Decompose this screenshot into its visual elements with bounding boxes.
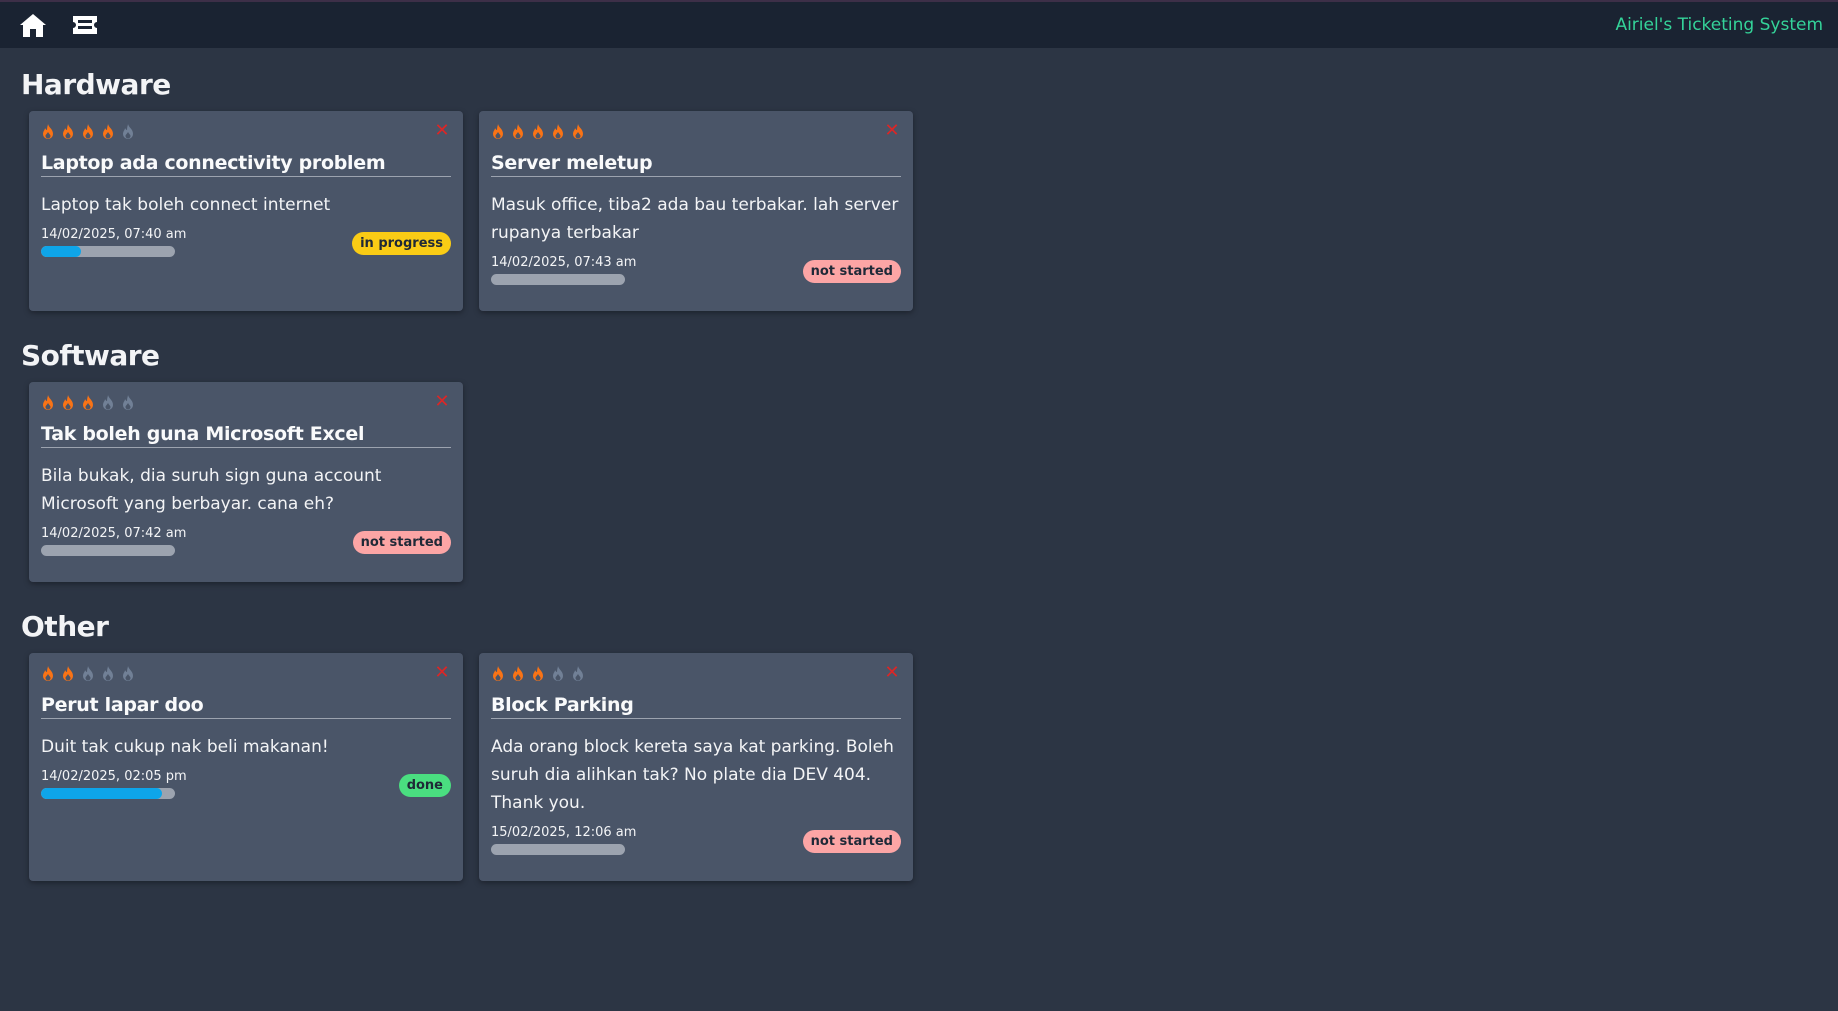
section-title: Other <box>21 610 109 643</box>
ticket-icon[interactable] <box>70 10 100 40</box>
fire-icon <box>81 395 97 411</box>
fire-icon <box>101 395 117 411</box>
fire-icon <box>511 124 527 140</box>
status-badge: not started <box>802 260 901 283</box>
ticket-timing: 14/02/2025, 07:43 am <box>491 255 636 285</box>
ticket-description: Masuk office, tiba2 ada bau terbakar. la… <box>491 195 899 243</box>
priority-rating <box>491 124 901 140</box>
fire-icon <box>61 666 77 682</box>
ticket-card[interactable]: ✕ Block Parking Ada orang block kereta say… <box>479 653 913 881</box>
fire-icon <box>41 666 57 682</box>
fire-icon <box>41 124 57 140</box>
progress-bar <box>491 274 625 285</box>
app-title[interactable]: Airiel's Ticketing System <box>1615 15 1823 35</box>
priority-rating <box>41 124 451 140</box>
fire-icon <box>491 666 507 682</box>
ticket-meta: 14/02/2025, 02:05 pm done <box>41 769 451 799</box>
ticket-description: Duit tak cukup nak beli makanan! <box>41 737 329 757</box>
priority-rating <box>41 395 451 411</box>
fire-icon <box>121 666 137 682</box>
close-icon[interactable]: ✕ <box>433 393 451 411</box>
fire-icon <box>101 124 117 140</box>
status-badge: done <box>398 774 451 797</box>
ticket-grid: ✕ Perut lapar doo Duit tak cukup nak beli … <box>29 653 1818 881</box>
fire-icon <box>531 124 547 140</box>
ticket-timing: 14/02/2025, 07:40 am <box>41 227 186 257</box>
close-icon[interactable]: ✕ <box>433 664 451 682</box>
fire-icon <box>41 395 57 411</box>
ticket-title: Block Parking <box>491 694 901 719</box>
ticket-time: 15/02/2025, 12:06 am <box>491 825 637 840</box>
status-badge: not started <box>802 830 901 853</box>
close-icon[interactable]: ✕ <box>883 664 901 682</box>
fire-icon <box>531 666 547 682</box>
ticket-timing: 14/02/2025, 02:05 pm <box>41 769 187 799</box>
ticket-time: 14/02/2025, 02:05 pm <box>41 769 187 784</box>
ticket-title: Server meletup <box>491 152 901 177</box>
fire-icon <box>571 124 587 140</box>
close-icon[interactable]: ✕ <box>433 122 451 140</box>
section-title: Software <box>21 339 160 372</box>
progress-bar <box>41 788 175 799</box>
ticket-description: Ada orang block kereta saya kat parking.… <box>491 737 894 813</box>
ticket-time: 14/02/2025, 07:42 am <box>41 526 187 541</box>
ticket-card[interactable]: ✕ Laptop ada connectivity problem Laptop t… <box>29 111 463 311</box>
ticket-time: 14/02/2025, 07:40 am <box>41 227 187 242</box>
fire-icon <box>81 124 97 140</box>
navbar: Airiel's Ticketing System <box>0 0 1838 48</box>
progress-bar <box>41 246 175 257</box>
section-title: Hardware <box>21 68 171 101</box>
progress-bar <box>41 545 175 556</box>
nav-links <box>18 10 100 40</box>
progress-bar <box>491 844 625 855</box>
fire-icon <box>61 124 77 140</box>
ticket-meta: 14/02/2025, 07:43 am not started <box>491 255 901 285</box>
fire-icon <box>491 124 507 140</box>
ticket-grid: ✕ Tak boleh guna Microsoft Excel Bila buka… <box>29 382 1818 582</box>
status-badge: in progress <box>352 232 451 255</box>
fire-icon <box>511 666 527 682</box>
ticket-card[interactable]: ✕ Tak boleh guna Microsoft Excel Bila buka… <box>29 382 463 582</box>
ticket-description: Bila bukak, dia suruh sign guna account … <box>41 466 382 514</box>
ticket-time: 14/02/2025, 07:43 am <box>491 255 637 270</box>
ticket-card[interactable]: ✕ Perut lapar doo Duit tak cukup nak beli … <box>29 653 463 881</box>
ticket-grid: ✕ Laptop ada connectivity problem Laptop t… <box>29 111 1818 311</box>
ticket-title: Tak boleh guna Microsoft Excel <box>41 423 451 448</box>
fire-icon <box>101 666 117 682</box>
fire-icon <box>551 124 567 140</box>
home-icon[interactable] <box>18 10 48 40</box>
fire-icon <box>61 395 77 411</box>
ticket-description: Laptop tak boleh connect internet <box>41 195 331 215</box>
priority-rating <box>41 666 451 682</box>
priority-rating <box>491 666 901 682</box>
close-icon[interactable]: ✕ <box>883 122 901 140</box>
fire-icon <box>121 124 137 140</box>
fire-icon <box>121 395 137 411</box>
ticket-card[interactable]: ✕ Server meletup Masuk office, tiba2 ada b… <box>479 111 913 311</box>
ticket-timing: 14/02/2025, 07:42 am <box>41 526 186 556</box>
ticket-timing: 15/02/2025, 12:06 am <box>491 825 636 855</box>
progress-fill <box>41 788 162 799</box>
fire-icon <box>551 666 567 682</box>
ticket-title: Perut lapar doo <box>41 694 451 719</box>
ticket-meta: 14/02/2025, 07:42 am not started <box>41 526 451 556</box>
progress-fill <box>41 246 82 257</box>
fire-icon <box>571 666 587 682</box>
fire-icon <box>81 666 97 682</box>
status-badge: not started <box>352 531 451 554</box>
ticket-board: Hardware ✕ Laptop ada connectivity problem… <box>0 48 1838 881</box>
ticket-meta: 15/02/2025, 12:06 am not started <box>491 825 901 855</box>
ticket-title: Laptop ada connectivity problem <box>41 152 451 177</box>
ticket-meta: 14/02/2025, 07:40 am in progress <box>41 227 451 257</box>
